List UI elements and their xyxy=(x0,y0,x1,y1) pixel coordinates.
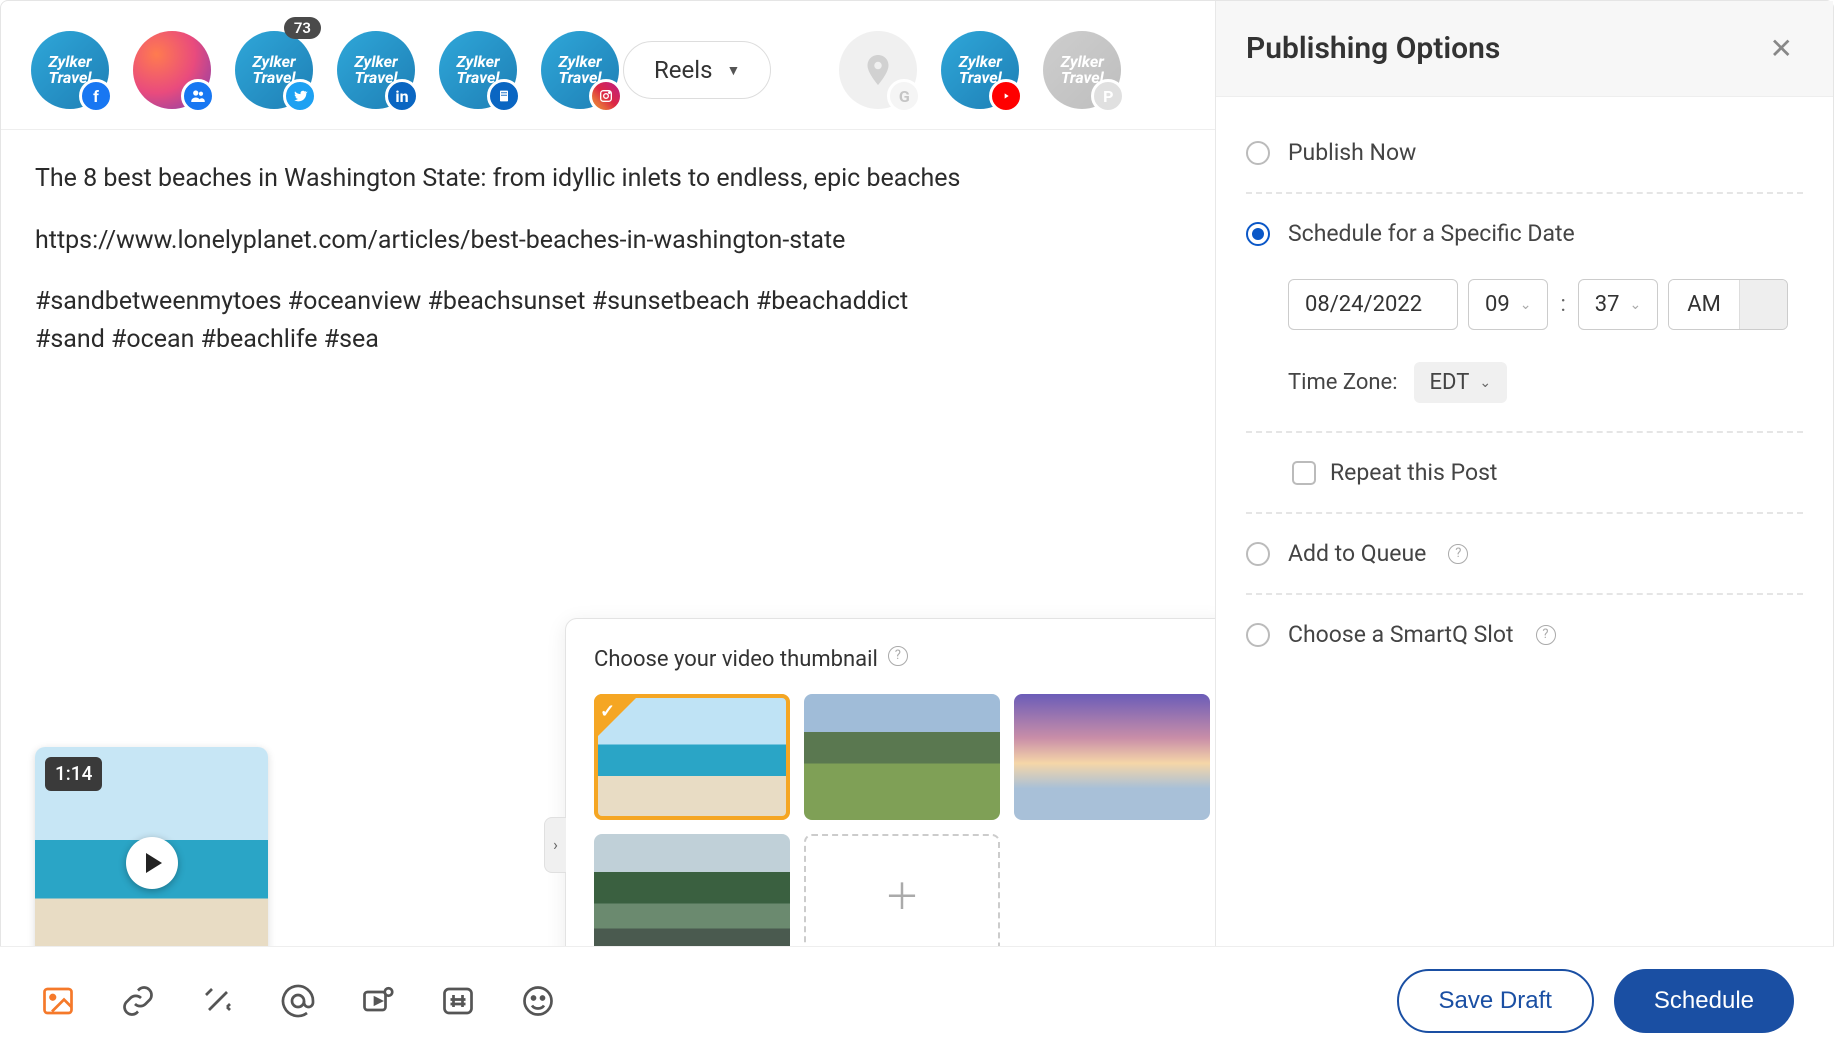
linkedin-icon: in xyxy=(385,79,419,113)
youtube-icon xyxy=(989,79,1023,113)
schedule-controls: 08/24/2022 09 ⌄ : 37 ⌄ AM xyxy=(1246,269,1803,427)
emoji-icon[interactable] xyxy=(520,983,556,1019)
option-add-to-queue[interactable]: Add to Queue ? xyxy=(1246,518,1803,589)
minute-select[interactable]: 37 ⌄ xyxy=(1578,279,1658,330)
sidebar-header: Publishing Options ✕ xyxy=(1216,1,1833,97)
repeat-post-checkbox[interactable]: Repeat this Post xyxy=(1288,437,1803,508)
hour-select[interactable]: 09 ⌄ xyxy=(1468,279,1548,330)
preview-title: Choose your video thumbnail ? xyxy=(594,643,1206,676)
notification-badge: 73 xyxy=(284,17,321,39)
post-link: https://www.lonelyplanet.com/articles/be… xyxy=(35,222,1181,260)
help-icon[interactable]: ? xyxy=(1448,544,1468,564)
chevron-down-icon: ▼ xyxy=(726,62,740,79)
chevron-down-icon: ⌄ xyxy=(1630,297,1642,313)
schedule-button[interactable]: Schedule xyxy=(1614,969,1794,1033)
channel-linkedin[interactable]: ZylkerTravel in xyxy=(337,31,415,109)
add-thumbnail-button[interactable]: ＋ xyxy=(804,834,1000,960)
building-icon xyxy=(487,79,521,113)
google-icon: G xyxy=(887,79,921,113)
footer-tools xyxy=(40,983,556,1019)
help-icon[interactable]: ? xyxy=(1536,625,1556,645)
twitter-icon xyxy=(283,79,317,113)
radio-icon xyxy=(1246,623,1270,647)
option-schedule-specific[interactable]: Schedule for a Specific Date xyxy=(1246,198,1803,269)
channel-pinterest[interactable]: ZylkerTravel P xyxy=(1043,31,1121,109)
footer-bar: Save Draft Schedule xyxy=(0,946,1834,1055)
post-headline: The 8 best beaches in Washington State: … xyxy=(35,160,1181,198)
timezone-select[interactable]: EDT ⌄ xyxy=(1414,362,1508,403)
channel-instagram[interactable]: ZylkerTravel xyxy=(541,31,619,109)
channels-bar: ZylkerTravel f ZylkerTravel 73 ZylkerTra… xyxy=(1,1,1215,130)
am-button[interactable]: AM xyxy=(1669,280,1739,329)
sidebar-body: Publish Now Schedule for a Specific Date… xyxy=(1216,97,1833,1054)
channel-linkedin-company[interactable]: ZylkerTravel xyxy=(439,31,517,109)
chevron-down-icon: ⌄ xyxy=(1520,297,1532,313)
magic-wand-icon[interactable] xyxy=(200,983,236,1019)
mention-icon[interactable] xyxy=(280,983,316,1019)
reels-dropdown[interactable]: Reels ▼ xyxy=(623,41,771,99)
close-icon[interactable]: ✕ xyxy=(1770,32,1793,65)
ampm-toggle[interactable]: AM xyxy=(1668,279,1787,330)
thumbnail-grid: ＋ xyxy=(594,694,1206,960)
thumbnail-option-4[interactable] xyxy=(594,834,790,960)
hashtag-icon[interactable] xyxy=(440,983,476,1019)
timezone-row: Time Zone: EDT ⌄ xyxy=(1288,362,1803,403)
video-duration: 1:14 xyxy=(45,757,102,792)
pm-button[interactable] xyxy=(1739,280,1787,329)
app-shell: ZylkerTravel f ZylkerTravel 73 ZylkerTra… xyxy=(0,0,1834,1055)
channel-facebook-group[interactable] xyxy=(133,31,211,109)
image-icon[interactable] xyxy=(40,983,76,1019)
channel-youtube[interactable]: ZylkerTravel xyxy=(941,31,1019,109)
pinterest-icon: P xyxy=(1091,79,1125,113)
channel-twitter[interactable]: ZylkerTravel 73 xyxy=(235,31,313,109)
video-thumbnail[interactable]: 1:14 xyxy=(35,747,268,980)
channel-facebook-page[interactable]: ZylkerTravel f xyxy=(31,31,109,109)
save-draft-button[interactable]: Save Draft xyxy=(1397,969,1594,1033)
channel-google[interactable]: G xyxy=(839,31,917,109)
sidebar-title: Publishing Options xyxy=(1246,31,1500,66)
date-input[interactable]: 08/24/2022 xyxy=(1288,279,1458,330)
datetime-row: 08/24/2022 09 ⌄ : 37 ⌄ AM xyxy=(1288,279,1803,330)
facebook-icon: f xyxy=(79,79,113,113)
option-publish-now[interactable]: Publish Now xyxy=(1246,117,1803,188)
help-icon[interactable]: ? xyxy=(888,646,908,666)
checkbox-icon xyxy=(1292,461,1316,485)
thumbnail-option-1[interactable] xyxy=(594,694,790,820)
main-panel: ZylkerTravel f ZylkerTravel 73 ZylkerTra… xyxy=(1,1,1216,1054)
option-smartq-slot[interactable]: Choose a SmartQ Slot ? xyxy=(1246,599,1803,670)
instagram-icon xyxy=(589,79,623,113)
thumbnail-option-3[interactable] xyxy=(1014,694,1210,820)
post-hashtags: #sandbetweenmytoes #oceanview #beachsuns… xyxy=(35,283,955,358)
footer-actions: Save Draft Schedule xyxy=(1397,969,1794,1033)
expand-handle[interactable]: › xyxy=(544,817,566,873)
group-icon xyxy=(181,79,215,113)
post-text: The 8 best beaches in Washington State: … xyxy=(35,160,1181,358)
radio-icon xyxy=(1246,542,1270,566)
play-icon[interactable] xyxy=(126,837,178,889)
chevron-down-icon: ⌄ xyxy=(1479,375,1491,391)
radio-icon xyxy=(1246,222,1270,246)
link-icon[interactable] xyxy=(120,983,156,1019)
thumbnail-option-2[interactable] xyxy=(804,694,1000,820)
publishing-options-panel: Publishing Options ✕ Publish Now Schedul… xyxy=(1216,1,1833,1054)
radio-icon xyxy=(1246,141,1270,165)
video-settings-icon[interactable] xyxy=(360,983,396,1019)
post-content-area[interactable]: The 8 best beaches in Washington State: … xyxy=(1,130,1215,1054)
reels-label: Reels xyxy=(654,56,712,84)
